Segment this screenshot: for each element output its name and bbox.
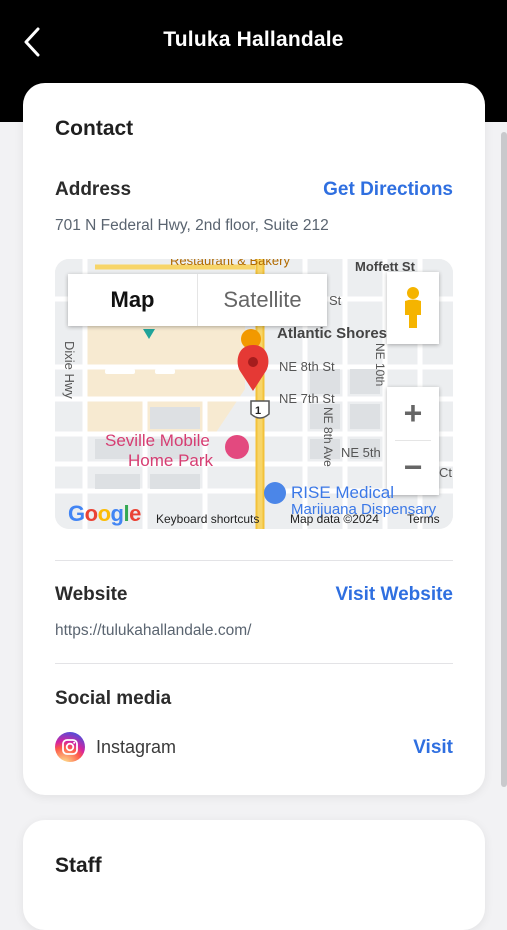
street-view-button[interactable]	[387, 272, 439, 344]
map-label-ne8ave: NE 8th Ave	[321, 407, 335, 467]
map-label-route: 1	[255, 405, 262, 417]
page-title: Tuluka Hallandale	[163, 28, 344, 51]
map-data-text: Map data ©2024	[290, 512, 379, 526]
website-value: https://tulukahallandale.com/	[55, 622, 252, 639]
divider	[55, 560, 453, 561]
keyboard-shortcuts-link[interactable]: Keyboard shortcuts	[156, 512, 259, 526]
staff-card: Staff	[23, 820, 485, 930]
map-type-map[interactable]: Map	[68, 274, 198, 326]
map-label-ne5: NE 5th	[341, 445, 381, 460]
address-label: Address	[55, 179, 132, 200]
google-logo: Google	[68, 501, 141, 526]
instagram-label: Instagram	[96, 736, 177, 757]
map-label-moffett: Moffett St	[355, 259, 415, 274]
instagram-icon	[55, 732, 85, 762]
terms-link[interactable]: Terms	[407, 512, 440, 526]
scrollbar[interactable]	[501, 132, 507, 787]
map-label-restaurant: Restaurant & Bakery	[170, 259, 290, 268]
social-media-label: Social media	[55, 688, 172, 709]
staff-section-title: Staff	[55, 854, 102, 877]
zoom-in-button[interactable]: +	[387, 387, 439, 440]
get-directions-link[interactable]: Get Directions	[323, 179, 453, 201]
map-type-satellite[interactable]: Satellite	[198, 274, 327, 326]
map-label-atlantic: Atlantic Shores	[277, 325, 388, 342]
instagram-visit-link[interactable]: Visit	[413, 737, 453, 759]
divider	[55, 663, 453, 664]
map-label-seville-2: Home Park	[128, 451, 214, 470]
visit-website-link[interactable]: Visit Website	[335, 584, 453, 606]
map-label-ne8: NE 8th St	[279, 359, 335, 374]
map-label-seville-1: Seville Mobile	[105, 431, 210, 450]
zoom-out-button[interactable]: −	[387, 441, 439, 494]
zoom-control: + −	[387, 387, 439, 495]
map-label-ct: Ct	[439, 465, 452, 480]
map-label-st: St	[329, 293, 342, 308]
map-label-ne10: NE 10th	[373, 343, 387, 387]
map-label-dixie: Dixie Hwy	[62, 341, 77, 399]
contact-section-title: Contact	[55, 117, 134, 140]
address-value: 701 N Federal Hwy, 2nd floor, Suite 212	[55, 217, 329, 234]
social-item-instagram: Instagram	[55, 732, 176, 762]
map-label-rise-1: RISE Medical	[291, 483, 394, 502]
map-view[interactable]: Map Satellite + − Restaurant & Bakery Mo…	[55, 259, 453, 529]
map-footer: Google Keyboard shortcuts Map data ©2024…	[55, 501, 453, 529]
map-label-ne7: NE 7th St	[279, 391, 335, 406]
contact-card: Contact Address Get Directions 701 N Fed…	[23, 83, 485, 795]
map-type-control[interactable]: Map Satellite	[68, 274, 327, 326]
pegman-icon	[405, 287, 421, 328]
website-label: Website	[55, 584, 128, 605]
